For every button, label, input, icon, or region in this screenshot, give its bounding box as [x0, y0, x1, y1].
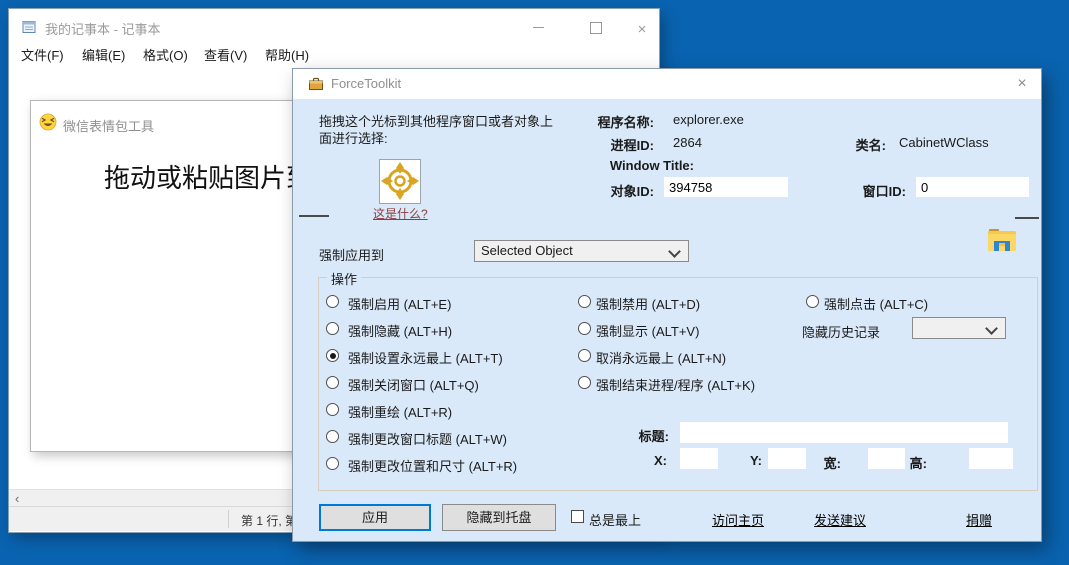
finder-crosshair-tool[interactable]: [379, 159, 421, 204]
program-name-value: explorer.exe: [673, 112, 744, 127]
minimize-icon: [533, 27, 544, 28]
crosshair-icon: [380, 160, 420, 203]
x-input[interactable]: [680, 448, 718, 469]
process-id-value: 2864: [673, 135, 702, 150]
radio-force-redraw-label: 强制重绘 (ALT+R): [348, 402, 452, 421]
what-is-this-link[interactable]: 这是什么?: [373, 205, 428, 222]
chevron-down-icon: [985, 322, 998, 335]
radio-force-hide[interactable]: [326, 322, 339, 335]
process-id-label: 进程ID:: [523, 135, 654, 154]
radio-force-disable-label: 强制禁用 (ALT+D): [596, 294, 700, 313]
apply-button[interactable]: 应用: [319, 504, 431, 531]
radio-force-change-title-label: 强制更改窗口标题 (ALT+W): [348, 429, 507, 448]
hide-history-dropdown[interactable]: [912, 317, 1006, 339]
radio-force-show[interactable]: [578, 322, 591, 335]
radio-force-click-label: 强制点击 (ALT+C): [824, 294, 928, 313]
always-on-top-checkbox[interactable]: [571, 510, 584, 523]
toolbox-icon: [308, 76, 324, 92]
radio-force-always-on-top[interactable]: [326, 349, 339, 362]
separator-tick-right: [1015, 217, 1039, 219]
caret-position-status: 第 1 行, 第: [241, 512, 297, 529]
forcetoolkit-title: ForceToolkit: [331, 76, 401, 91]
operations-legend: 操作: [327, 269, 361, 288]
donate-link[interactable]: 捐赠: [966, 510, 992, 529]
radio-force-close-window-label: 强制关闭窗口 (ALT+Q): [348, 375, 479, 394]
radio-force-close-window[interactable]: [326, 376, 339, 389]
x-label: X:: [643, 453, 667, 468]
notepad-titlebar[interactable]: 我的记事本 - 记事本 ×: [9, 9, 657, 45]
object-id-input[interactable]: [664, 177, 788, 197]
forcetoolkit-window: ForceToolkit × 拖拽这个光标到其他程序窗口或者对象上 面进行选择:…: [292, 68, 1042, 542]
sticker-tool-title: 微信表情包工具: [63, 116, 154, 135]
menu-view[interactable]: 查看(V): [202, 45, 249, 67]
window-id-input[interactable]: [916, 177, 1029, 197]
y-input[interactable]: [768, 448, 806, 469]
chevron-down-icon: [668, 245, 681, 258]
close-icon: ×: [638, 21, 647, 38]
radio-force-change-title[interactable]: [326, 430, 339, 443]
hide-to-tray-button[interactable]: 隐藏到托盘: [442, 504, 556, 531]
separator-tick-left: [299, 215, 329, 217]
menu-edit[interactable]: 编辑(E): [80, 45, 127, 67]
radio-force-show-label: 强制显示 (ALT+V): [596, 321, 699, 340]
radio-cancel-always-on-top-label: 取消永远最上 (ALT+N): [596, 348, 726, 367]
radio-force-change-position-size-label: 强制更改位置和尺寸 (ALT+R): [348, 456, 517, 475]
maximize-button[interactable]: [581, 19, 611, 41]
class-name-value: CabinetWClass: [899, 135, 989, 150]
laughing-emoji-icon: [39, 113, 57, 131]
always-on-top-checkbox-label: 总是最上: [589, 510, 641, 529]
drag-hint-line2: 面进行选择:: [319, 128, 388, 147]
width-label: 宽:: [809, 453, 841, 472]
radio-force-redraw[interactable]: [326, 403, 339, 416]
menu-file[interactable]: 文件(F): [19, 45, 66, 67]
radio-force-disable[interactable]: [578, 295, 591, 308]
radio-force-always-on-top-label: 强制设置永远最上 (ALT+T): [348, 348, 503, 367]
radio-force-kill-process-label: 强制结束进程/程序 (ALT+K): [596, 375, 755, 394]
window-id-label: 窗口ID:: [853, 181, 906, 200]
forcetoolkit-titlebar[interactable]: ForceToolkit ×: [293, 69, 1041, 99]
height-input[interactable]: [969, 448, 1013, 469]
class-name-label: 类名:: [833, 135, 886, 154]
menu-format[interactable]: 格式(O): [141, 45, 190, 67]
close-button[interactable]: ×: [627, 19, 657, 41]
radio-force-enable[interactable]: [326, 295, 339, 308]
radio-cancel-always-on-top[interactable]: [578, 349, 591, 362]
notepad-icon: [21, 18, 37, 34]
notepad-window-title: 我的记事本 - 记事本: [45, 19, 161, 38]
desktop: 我的记事本 - 记事本 × 文件(F) 编辑(E) 格式(O) 查看(V) 帮助…: [0, 0, 1069, 565]
scroll-left-icon[interactable]: ‹: [15, 490, 19, 507]
title-input[interactable]: [680, 422, 1008, 443]
radio-force-click[interactable]: [806, 295, 819, 308]
radio-force-kill-process[interactable]: [578, 376, 591, 389]
window-title-label: Window Title:: [543, 158, 694, 173]
hide-history-label: 隐藏历史记录: [802, 322, 880, 341]
maximize-icon: [590, 22, 602, 34]
radio-force-enable-label: 强制启用 (ALT+E): [348, 294, 451, 313]
apply-to-selected-value: Selected Object: [481, 243, 573, 258]
apply-to-label: 强制应用到: [319, 245, 384, 264]
minimize-button[interactable]: [523, 19, 553, 41]
height-label: 高:: [895, 453, 927, 472]
statusbar-divider: [228, 510, 229, 528]
radio-force-change-position-size[interactable]: [326, 457, 339, 470]
y-label: Y:: [738, 453, 762, 468]
radio-force-hide-label: 强制隐藏 (ALT+H): [348, 321, 452, 340]
visit-homepage-link[interactable]: 访问主页: [712, 510, 764, 529]
apply-to-dropdown[interactable]: Selected Object: [474, 240, 689, 262]
explorer-icon: [984, 221, 1020, 257]
close-icon: ×: [1017, 75, 1026, 92]
object-id-label: 对象ID:: [523, 181, 654, 200]
program-name-label: 程序名称:: [523, 112, 654, 131]
title-field-label: 标题:: [623, 426, 669, 445]
menu-help[interactable]: 帮助(H): [263, 45, 311, 67]
notepad-menubar: 文件(F) 编辑(E) 格式(O) 查看(V) 帮助(H): [9, 45, 657, 69]
close-button[interactable]: ×: [1008, 73, 1036, 95]
send-suggestion-link[interactable]: 发送建议: [814, 510, 866, 529]
